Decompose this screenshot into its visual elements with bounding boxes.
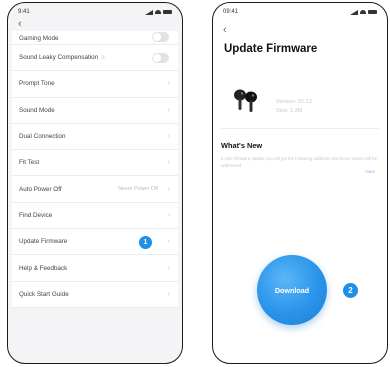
setting-row-sound-mode[interactable]: Sound Mode ›	[12, 97, 178, 124]
firmware-size: Size: 1.3M	[276, 108, 303, 114]
battery-icon	[163, 10, 172, 14]
download-label: Download	[274, 285, 310, 295]
info-tag: ①	[101, 55, 106, 62]
sound-leaky-compensation-toggle[interactable]	[152, 52, 169, 63]
setting-row-gaming-mode[interactable]: Gaming Mode	[12, 31, 178, 45]
gaming-mode-toggle[interactable]	[152, 32, 169, 42]
chevron-right-icon: ›	[167, 106, 170, 114]
back-chevron-icon[interactable]: ‹	[223, 25, 227, 36]
step-badge: 1	[139, 235, 152, 249]
settings-list: Gaming Mode Sound Leaky Compensation ① Pr…	[12, 31, 178, 308]
setting-value: Never Power Off	[118, 186, 158, 193]
chevron-right-icon: ›	[167, 80, 170, 88]
wifi-icon	[360, 10, 366, 14]
setting-label: Dual Connection	[19, 133, 66, 141]
firmware-info: Version: 02.13 Size: 1.3M	[276, 98, 312, 116]
whats-new-heading: What's New	[221, 141, 263, 150]
setting-row-fit-test[interactable]: Fit Test ›	[12, 150, 178, 177]
firmware-version: Version: 02.13	[276, 99, 312, 105]
status-icons	[145, 9, 172, 15]
update-firmware-phone-screen: 09:41 ‹ Update Firmware Version: 02.13 S…	[212, 2, 388, 364]
chevron-right-icon: ›	[167, 159, 170, 167]
chevron-right-icon: ›	[167, 290, 170, 298]
page-title: Update Firmware	[224, 43, 318, 55]
release-notes-text: In this firmware update you will get the…	[221, 156, 377, 168]
setting-row-quick-start-guide[interactable]: Quick Start Guide ›	[12, 281, 178, 308]
step-badge: 2	[343, 283, 358, 298]
more-link[interactable]: more	[365, 169, 375, 174]
setting-label: Sound Leaky Compensation ①	[19, 54, 106, 62]
setting-row-help-feedback[interactable]: Help & Feedback ›	[12, 255, 178, 282]
setting-row-sound-leaky-compensation[interactable]: Sound Leaky Compensation ①	[12, 45, 178, 72]
setting-row-prompt-tone[interactable]: Prompt Tone ›	[12, 71, 178, 98]
status-time: 09:41	[223, 9, 239, 15]
status-bar: 09:41	[223, 6, 377, 18]
chevron-right-icon: ›	[167, 264, 170, 272]
setting-label: Find Device	[19, 211, 53, 219]
chevron-right-icon: ›	[167, 211, 170, 219]
signal-icon	[145, 9, 153, 15]
setting-row-find-device[interactable]: Find Device ›	[12, 202, 178, 230]
settings-phone-screen: 9:41 ‹ Gaming Mode Sound Leaky Compensat…	[7, 2, 183, 364]
setting-label: Auto Power Off	[19, 185, 62, 193]
status-icons	[350, 9, 377, 15]
status-time: 9:41	[18, 9, 30, 15]
setting-row-update-firmware[interactable]: Update Firmware 1 ›	[12, 229, 178, 256]
setting-row-auto-power-off[interactable]: Auto Power Off Never Power Off ›	[12, 176, 178, 203]
status-bar: 9:41	[18, 6, 172, 18]
chevron-right-icon: ›	[167, 133, 170, 141]
download-button[interactable]: Download	[257, 255, 327, 325]
setting-label: Sound Mode	[19, 106, 55, 114]
chevron-right-icon: ›	[167, 185, 170, 193]
battery-icon	[368, 10, 377, 14]
divider	[221, 128, 379, 129]
wifi-icon	[155, 10, 161, 14]
earbuds-icon	[234, 89, 257, 112]
setting-label: Gaming Mode	[19, 35, 59, 42]
setting-label: Prompt Tone	[19, 80, 55, 88]
setting-label: Quick Start Guide	[19, 290, 69, 298]
setting-label: Fit Test	[19, 159, 40, 167]
signal-icon	[350, 9, 358, 15]
chevron-right-icon: ›	[167, 238, 170, 246]
setting-label: Help & Feedback	[19, 264, 68, 272]
setting-row-dual-connection[interactable]: Dual Connection ›	[12, 123, 178, 151]
setting-label: Update Firmware	[19, 238, 68, 246]
back-chevron-icon[interactable]: ‹	[18, 19, 22, 30]
